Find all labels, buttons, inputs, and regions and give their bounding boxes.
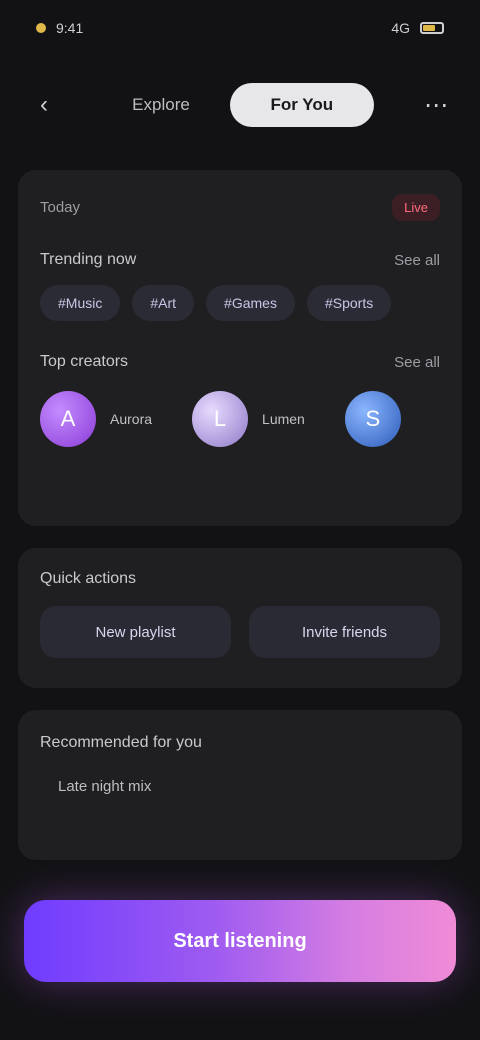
creators-header: Top creators See all	[40, 353, 440, 371]
tab-explore[interactable]: Explore	[106, 83, 216, 127]
creator-item[interactable]: L Lumen	[192, 391, 305, 447]
main-card-label: Today	[40, 199, 81, 216]
ellipsis-icon[interactable]: ⋯	[418, 87, 454, 123]
invite-friends-button[interactable]: Invite friends	[249, 606, 440, 658]
trending-title: Trending now	[40, 251, 137, 268]
creator-item[interactable]: A Aurora	[40, 391, 152, 447]
creator-item[interactable]: S	[344, 391, 401, 447]
status-bar: 9:41 4G	[0, 0, 480, 56]
main-card-header: Today Live	[40, 194, 440, 221]
tab-for-you[interactable]: For You	[229, 83, 374, 127]
status-right: 4G	[391, 20, 444, 36]
trending-see-all-link[interactable]: See all	[394, 252, 440, 269]
chip-sports[interactable]: #Sports	[306, 285, 392, 321]
new-playlist-button[interactable]: New playlist	[40, 606, 231, 658]
chip-music[interactable]: #Music	[40, 285, 121, 321]
notification-dot-icon	[36, 23, 46, 33]
chip-art[interactable]: #Art	[132, 285, 195, 321]
status-time: 9:41	[56, 20, 84, 36]
recommended-item[interactable]: Late night mix	[40, 778, 440, 795]
status-left: 9:41	[36, 20, 83, 36]
trending-header: Trending now See all	[40, 251, 440, 269]
tab-switcher: Explore For You	[106, 83, 374, 127]
recommended-card: Recommended for you Late night mix	[18, 710, 462, 860]
creator-list: A Aurora L Lumen S	[40, 391, 440, 447]
avatar: S	[344, 391, 401, 447]
signal-label: 4G	[391, 20, 410, 36]
recommended-title: Recommended for you	[40, 734, 202, 751]
creators-title: Top creators	[40, 353, 129, 370]
quick-actions-title: Quick actions	[40, 570, 137, 587]
quick-actions-card: Quick actions New playlist Invite friend…	[18, 548, 462, 688]
creators-see-all-link[interactable]: See all	[394, 354, 440, 371]
start-listening-button[interactable]: Start listening	[24, 900, 456, 982]
chip-games[interactable]: #Games	[206, 285, 295, 321]
live-badge: Live	[392, 194, 440, 221]
creator-name: Lumen	[262, 411, 305, 427]
chevron-left-icon[interactable]: ‹	[26, 87, 62, 123]
creator-name: Aurora	[110, 411, 153, 427]
top-bar: ‹ Explore For You ⋯	[0, 70, 480, 140]
trending-chips: #Music #Art #Games #Sports	[40, 285, 440, 321]
main-card: Today Live Trending now See all #Music #…	[18, 170, 462, 526]
quick-actions-row: New playlist Invite friends	[40, 606, 440, 658]
avatar: L	[192, 391, 249, 447]
avatar: A	[40, 391, 96, 447]
battery-icon	[420, 22, 444, 34]
